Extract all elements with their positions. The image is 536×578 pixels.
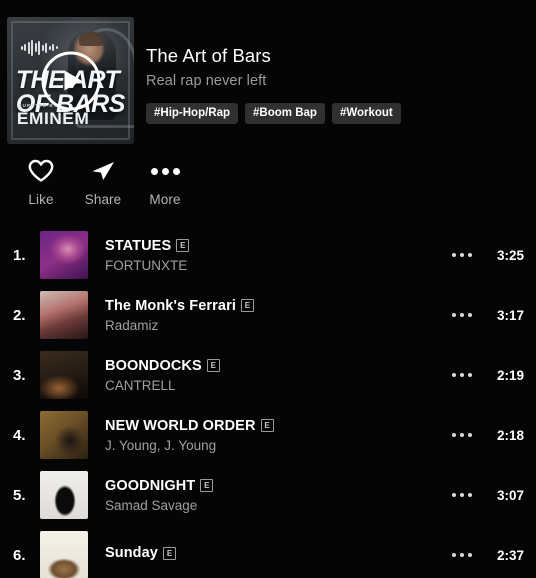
waveform-icon <box>20 39 58 56</box>
track-row[interactable]: 5. GOODNIGHT E Samad Savage 3:07 <box>0 465 536 525</box>
track-row[interactable]: 2. The Monk's Ferrari E Radamiz 3:17 <box>0 285 536 345</box>
explicit-badge: E <box>162 546 176 560</box>
playlist-screen: THE ART OF BARS CURATED BY EMINEM The Ar… <box>0 0 536 578</box>
track-more-button[interactable] <box>442 245 483 266</box>
track-duration: 2:19 <box>496 367 524 383</box>
share-button[interactable]: Share <box>72 157 134 207</box>
action-bar: Like Share More <box>0 144 536 207</box>
share-label: Share <box>84 192 122 207</box>
track-duration: 2:37 <box>496 547 524 563</box>
track-more-button[interactable] <box>442 425 483 446</box>
track-artist: Radamiz <box>105 317 159 333</box>
track-thumbnail <box>40 231 88 279</box>
track-thumbnail-image <box>40 411 88 459</box>
track-duration: 3:17 <box>496 307 524 323</box>
track-row[interactable]: 1. STATUES E FORTUNXTE 3:25 <box>0 225 536 285</box>
track-list: 1. STATUES E FORTUNXTE 3:25 2. The Monk'… <box>0 225 536 578</box>
track-title: STATUES <box>105 237 172 254</box>
track-title: GOODNIGHT <box>105 477 196 494</box>
playlist-meta: The Art of Bars Real rap never left #Hip… <box>134 17 536 125</box>
track-row[interactable]: 3. BOONDOCKS E CANTRELL 2:19 <box>0 345 536 405</box>
track-title: Sunday <box>105 545 158 561</box>
track-thumbnail-image <box>40 351 88 399</box>
track-title: The Monk's Ferrari <box>105 297 236 314</box>
track-thumbnail <box>40 411 88 459</box>
track-thumbnail-image <box>40 231 88 279</box>
track-artist: Samad Savage <box>105 497 198 513</box>
track-row[interactable]: 6. Sunday E 2:37 <box>0 525 536 578</box>
track-index: 4. <box>13 426 26 444</box>
artwork-credit-large: EMINEM <box>17 108 90 128</box>
heart-icon <box>28 157 54 185</box>
track-thumbnail-image <box>40 471 88 519</box>
track-index: 5. <box>13 486 26 504</box>
track-index: 3. <box>13 366 26 384</box>
track-index: 2. <box>13 306 26 324</box>
ellipsis-icon <box>150 157 180 185</box>
track-duration: 2:18 <box>496 427 524 443</box>
track-index: 1. <box>13 246 26 264</box>
track-more-button[interactable] <box>442 485 483 506</box>
track-thumbnail-image <box>40 291 88 339</box>
track-artist: J. Young, J. Young <box>105 437 217 453</box>
more-label: More <box>149 192 181 207</box>
track-thumbnail <box>40 351 88 399</box>
explicit-badge: E <box>260 419 274 432</box>
track-text: Sunday E <box>88 545 442 565</box>
playlist-subtitle: Real rap never left <box>146 73 267 90</box>
tag-hip-hop-rap[interactable]: #Hip-Hop/Rap <box>146 103 239 125</box>
track-artist: CANTRELL <box>105 377 176 393</box>
more-button[interactable]: More <box>134 157 196 207</box>
track-thumbnail <box>40 471 88 519</box>
track-text: GOODNIGHT E Samad Savage <box>88 478 442 513</box>
track-thumbnail <box>40 291 88 339</box>
track-title: NEW WORLD ORDER <box>105 417 256 434</box>
track-text: The Monk's Ferrari E Radamiz <box>88 298 442 333</box>
explicit-badge: E <box>206 359 220 372</box>
paper-plane-icon <box>90 157 116 185</box>
play-button[interactable] <box>41 51 100 110</box>
explicit-badge: E <box>240 299 254 312</box>
explicit-badge: E <box>200 479 214 492</box>
like-button[interactable]: Like <box>10 157 72 207</box>
track-thumbnail-image <box>40 531 88 578</box>
track-row[interactable]: 4. NEW WORLD ORDER E J. Young, J. Young … <box>0 405 536 465</box>
track-artist: FORTUNXTE <box>105 257 188 273</box>
playlist-header: THE ART OF BARS CURATED BY EMINEM The Ar… <box>0 0 536 144</box>
tag-list: #Hip-Hop/Rap #Boom Bap #Workout <box>146 103 536 125</box>
track-title: BOONDOCKS <box>105 357 202 374</box>
track-more-button[interactable] <box>442 305 483 326</box>
track-more-button[interactable] <box>442 365 483 386</box>
play-icon <box>64 70 82 91</box>
track-index: 6. <box>13 546 26 564</box>
track-thumbnail <box>40 531 88 578</box>
tag-boom-bap[interactable]: #Boom Bap <box>245 103 325 125</box>
explicit-badge: E <box>176 239 190 252</box>
track-text: BOONDOCKS E CANTRELL <box>88 358 442 393</box>
like-label: Like <box>28 192 54 207</box>
tag-workout[interactable]: #Workout <box>331 103 401 125</box>
track-duration: 3:07 <box>496 487 524 503</box>
track-duration: 3:25 <box>496 247 524 263</box>
track-text: NEW WORLD ORDER E J. Young, J. Young <box>88 418 442 453</box>
playlist-artwork[interactable]: THE ART OF BARS CURATED BY EMINEM <box>7 17 134 144</box>
track-text: STATUES E FORTUNXTE <box>88 238 442 273</box>
track-more-button[interactable] <box>442 545 483 566</box>
playlist-title: The Art of Bars <box>146 45 271 66</box>
